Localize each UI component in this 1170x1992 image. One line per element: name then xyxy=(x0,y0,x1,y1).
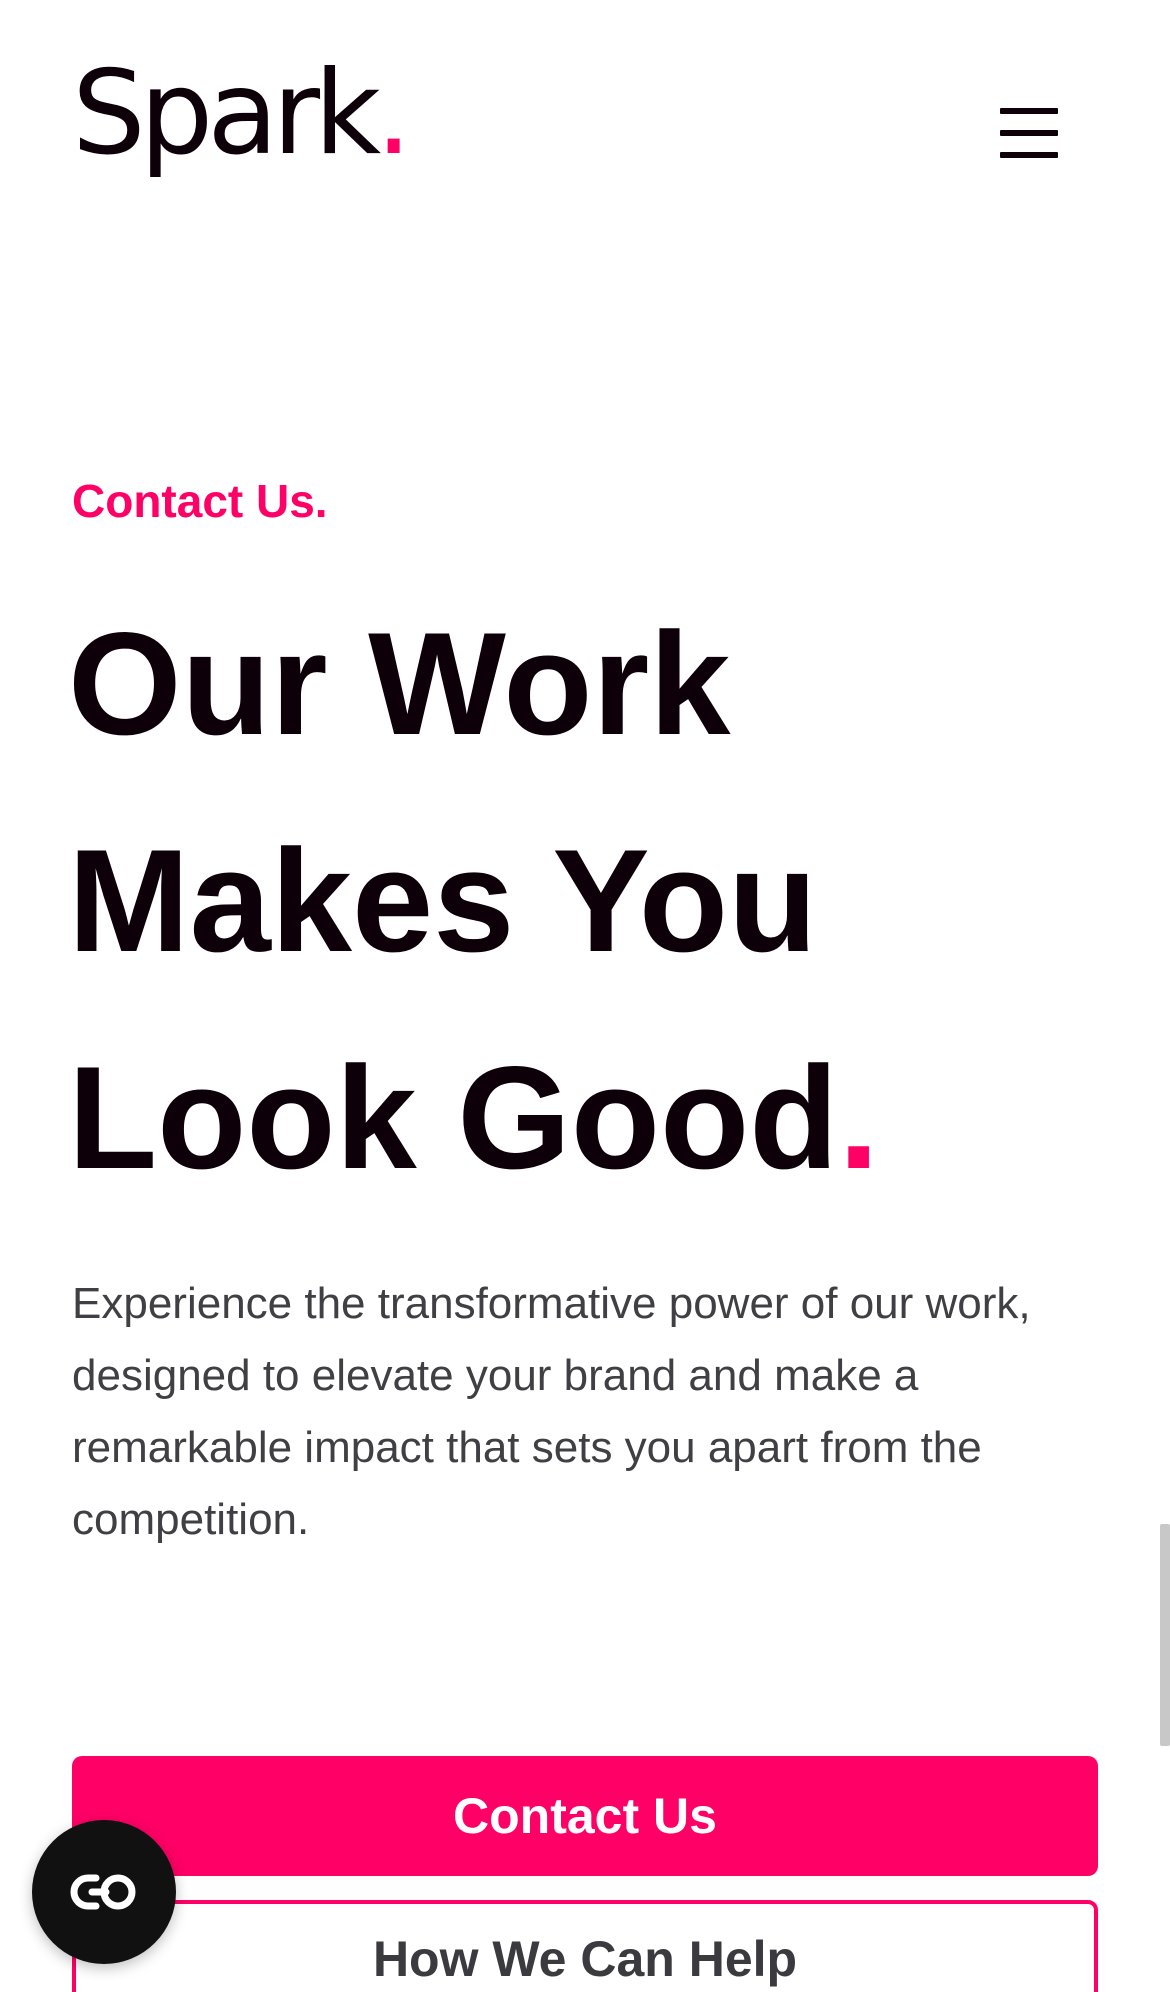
how-we-can-help-button[interactable]: How We Can Help xyxy=(72,1900,1098,1992)
accessibility-toggle-icon[interactable] xyxy=(32,1820,176,1964)
contact-us-button[interactable]: Contact Us xyxy=(72,1756,1098,1876)
toggle-link-icon xyxy=(70,1874,136,1910)
logo[interactable]: Spark. xyxy=(72,50,412,178)
headline-dot: . xyxy=(838,1036,879,1199)
headline-line-3-text: Look Good xyxy=(68,1036,839,1199)
hero-description: Experience the transformative power of o… xyxy=(72,1279,1031,1544)
logo-text: Spark xyxy=(72,46,381,181)
menu-bar-bottom xyxy=(1000,152,1058,158)
headline-line-2: Makes You xyxy=(68,819,818,982)
menu-bar-middle xyxy=(1000,130,1058,136)
hamburger-menu-icon[interactable] xyxy=(1000,108,1070,158)
headline-line-1: Our Work xyxy=(68,602,731,765)
hero-eyebrow: Contact Us. xyxy=(72,475,328,527)
headline-line-3: Look Good. xyxy=(68,1009,1098,1226)
logo-dot: . xyxy=(375,46,412,181)
hero-headline: Our Work Makes You Look Good. xyxy=(68,575,1098,1226)
menu-bar-top xyxy=(1000,108,1058,114)
scrollbar-thumb[interactable] xyxy=(1160,1524,1170,1746)
page: Spark. Contact Us. Our Work Makes You Lo… xyxy=(0,0,1170,1992)
